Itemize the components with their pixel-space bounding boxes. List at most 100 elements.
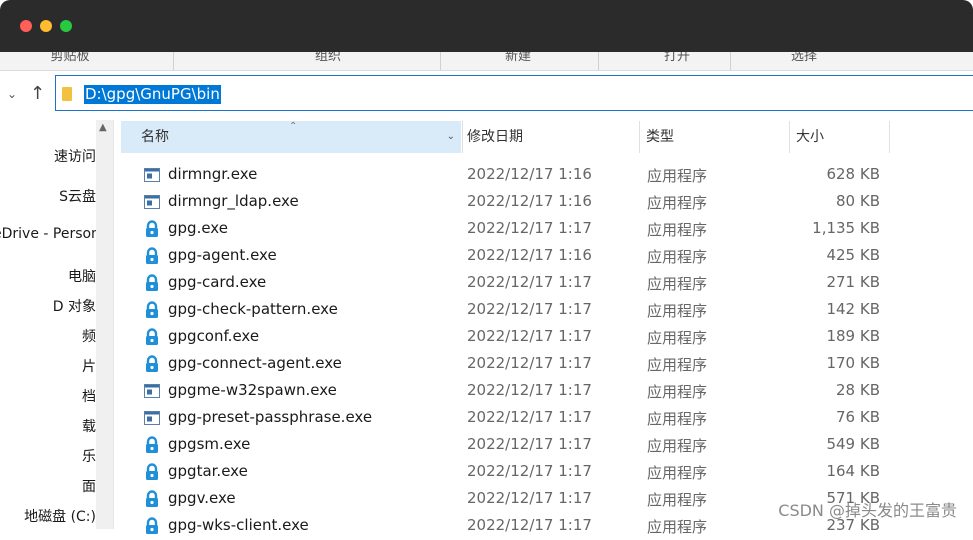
column-header-type[interactable]: 类型 [641, 121, 788, 153]
close-window-button[interactable] [20, 20, 32, 32]
file-size: 28 KB [836, 381, 880, 399]
file-name: gpg-card.exe [168, 273, 267, 291]
file-name: dirmngr_ldap.exe [168, 192, 299, 210]
file-size: 80 KB [836, 192, 880, 210]
nav-item-onedrive[interactable]: eDrive - Personal [0, 226, 96, 242]
file-modified-date: 2022/12/17 1:17 [467, 219, 592, 237]
ribbon-group-organize: 组织 [314, 52, 341, 64]
file-row[interactable]: gpgsm.exe 2022/12/17 1:17 应用程序 549 KB [121, 432, 973, 459]
file-size: 628 KB [826, 165, 880, 183]
nav-item-quick-access[interactable]: 速访问 [0, 146, 96, 166]
file-size: 170 KB [826, 354, 880, 372]
file-size: 189 KB [826, 327, 880, 345]
file-size: 1,135 KB [812, 219, 880, 237]
file-name: dirmngr.exe [168, 165, 258, 183]
chevron-down-icon[interactable]: ⌄ [447, 121, 455, 153]
nav-item-desktop[interactable]: 面 [0, 476, 96, 496]
file-size: 425 KB [826, 246, 880, 264]
address-row: ⌄ ↑ D:\gpg\GnuPG\bin [0, 71, 973, 119]
nav-item-pictures[interactable]: 片 [0, 356, 96, 376]
file-row[interactable]: gpg-agent.exe 2022/12/17 1:16 应用程序 425 KB [121, 243, 973, 270]
gpg-lock-icon [143, 247, 161, 265]
file-type: 应用程序 [647, 491, 708, 509]
file-row[interactable]: gpg-card.exe 2022/12/17 1:17 应用程序 271 KB [121, 270, 973, 297]
file-name: gpgtar.exe [168, 462, 248, 480]
file-modified-date: 2022/12/17 1:17 [467, 354, 592, 372]
recent-locations-chevron-icon[interactable]: ⌄ [7, 87, 17, 101]
navigation-scrollbar[interactable]: ▲ [96, 120, 113, 529]
file-modified-date: 2022/12/17 1:16 [467, 246, 592, 264]
file-modified-date: 2022/12/17 1:17 [467, 489, 592, 507]
ribbon-group-clipboard: 剪贴板 [50, 52, 90, 64]
nav-item-local-disk-c[interactable]: 地磁盘 (C:) [0, 506, 96, 526]
gpg-lock-icon [143, 436, 161, 454]
file-name: gpgv.exe [168, 489, 236, 507]
file-modified-date: 2022/12/17 1:17 [467, 381, 592, 399]
file-modified-date: 2022/12/17 1:17 [467, 327, 592, 345]
sort-ascending-icon: ⌃ [289, 121, 298, 132]
nav-item-this-pc[interactable]: 电脑 [0, 266, 96, 286]
gpg-lock-icon [143, 220, 161, 238]
gpg-lock-icon [143, 490, 161, 508]
file-modified-date: 2022/12/17 1:16 [467, 165, 592, 183]
file-row[interactable]: gpg-preset-passphrase.exe 2022/12/17 1:17… [121, 405, 973, 432]
navigation-pane: 速访问 S云盘 eDrive - Personal 电脑 D 对象 频 片 档 … [0, 120, 96, 529]
gpg-lock-icon [143, 355, 161, 373]
ribbon-group-open: 打开 [663, 52, 690, 64]
file-row[interactable]: gpg.exe 2022/12/17 1:17 应用程序 1,135 KB [121, 216, 973, 243]
file-name: gpg-agent.exe [168, 246, 277, 264]
gpg-lock-icon [143, 517, 161, 535]
file-row[interactable]: gpgme-w32spawn.exe 2022/12/17 1:17 应用程序 28 … [121, 378, 973, 405]
window-titlebar [0, 0, 973, 52]
file-size: 76 KB [836, 408, 880, 426]
file-row[interactable]: gpgconf.exe 2022/12/17 1:17 应用程序 189 KB [121, 324, 973, 351]
file-size: 164 KB [826, 462, 880, 480]
file-name: gpg-check-pattern.exe [168, 300, 338, 318]
address-bar-input[interactable]: D:\gpg\GnuPG\bin [55, 75, 973, 111]
minimize-window-button[interactable] [40, 20, 52, 32]
file-modified-date: 2022/12/17 1:17 [467, 273, 592, 291]
file-modified-date: 2022/12/17 1:17 [467, 300, 592, 318]
nav-item-downloads[interactable]: 载 [0, 416, 96, 436]
file-size: 271 KB [826, 273, 880, 291]
file-type: 应用程序 [647, 383, 708, 401]
file-type: 应用程序 [647, 464, 708, 482]
file-type: 应用程序 [647, 518, 708, 536]
file-row[interactable]: dirmngr_ldap.exe 2022/12/17 1:16 应用程序 80 KB [121, 189, 973, 216]
column-header-date[interactable]: 修改日期 [463, 121, 638, 153]
nav-item-3d-objects[interactable]: D 对象 [0, 296, 96, 316]
file-modified-date: 2022/12/17 1:17 [467, 408, 592, 426]
nav-item-cloud-drive[interactable]: S云盘 [0, 186, 96, 206]
file-row[interactable]: gpg-check-pattern.exe 2022/12/17 1:17 应用程序… [121, 297, 973, 324]
nav-item-music[interactable]: 乐 [0, 446, 96, 466]
file-name: gpgme-w32spawn.exe [168, 381, 337, 399]
nav-item-documents[interactable]: 档 [0, 386, 96, 406]
nav-item-videos[interactable]: 频 [0, 326, 96, 346]
scroll-up-arrow-icon[interactable]: ▲ [99, 122, 107, 133]
file-row[interactable]: dirmngr.exe 2022/12/17 1:16 应用程序 628 KB [121, 162, 973, 189]
address-path-text[interactable]: D:\gpg\GnuPG\bin [84, 85, 221, 104]
csdn-watermark: CSDN @掉头发的王富贵 [778, 501, 957, 520]
file-type: 应用程序 [647, 329, 708, 347]
file-modified-date: 2022/12/17 1:17 [467, 462, 592, 480]
ribbon-group-new: 新建 [504, 52, 531, 64]
file-row[interactable]: gpgtar.exe 2022/12/17 1:17 应用程序 164 KB [121, 459, 973, 486]
column-header-name[interactable]: 名称 ⌃ ⌄ [121, 121, 461, 153]
file-type: 应用程序 [647, 356, 708, 374]
file-name: gpgsm.exe [168, 435, 251, 453]
file-modified-date: 2022/12/17 1:17 [467, 435, 592, 453]
column-header-size[interactable]: 大小 [791, 121, 889, 153]
gpg-lock-icon [143, 301, 161, 319]
app-window-icon [143, 382, 161, 400]
file-type: 应用程序 [647, 437, 708, 455]
app-window-icon [143, 409, 161, 427]
file-size: 142 KB [826, 300, 880, 318]
file-name: gpg-wks-client.exe [168, 516, 309, 534]
ribbon-group-select: 选择 [790, 52, 817, 64]
file-modified-date: 2022/12/17 1:17 [467, 516, 592, 534]
up-arrow-icon[interactable]: ↑ [30, 83, 45, 104]
maximize-window-button[interactable] [60, 20, 72, 32]
file-type: 应用程序 [647, 410, 708, 428]
app-window-icon [143, 166, 161, 184]
file-row[interactable]: gpg-connect-agent.exe 2022/12/17 1:17 应用程序… [121, 351, 973, 378]
